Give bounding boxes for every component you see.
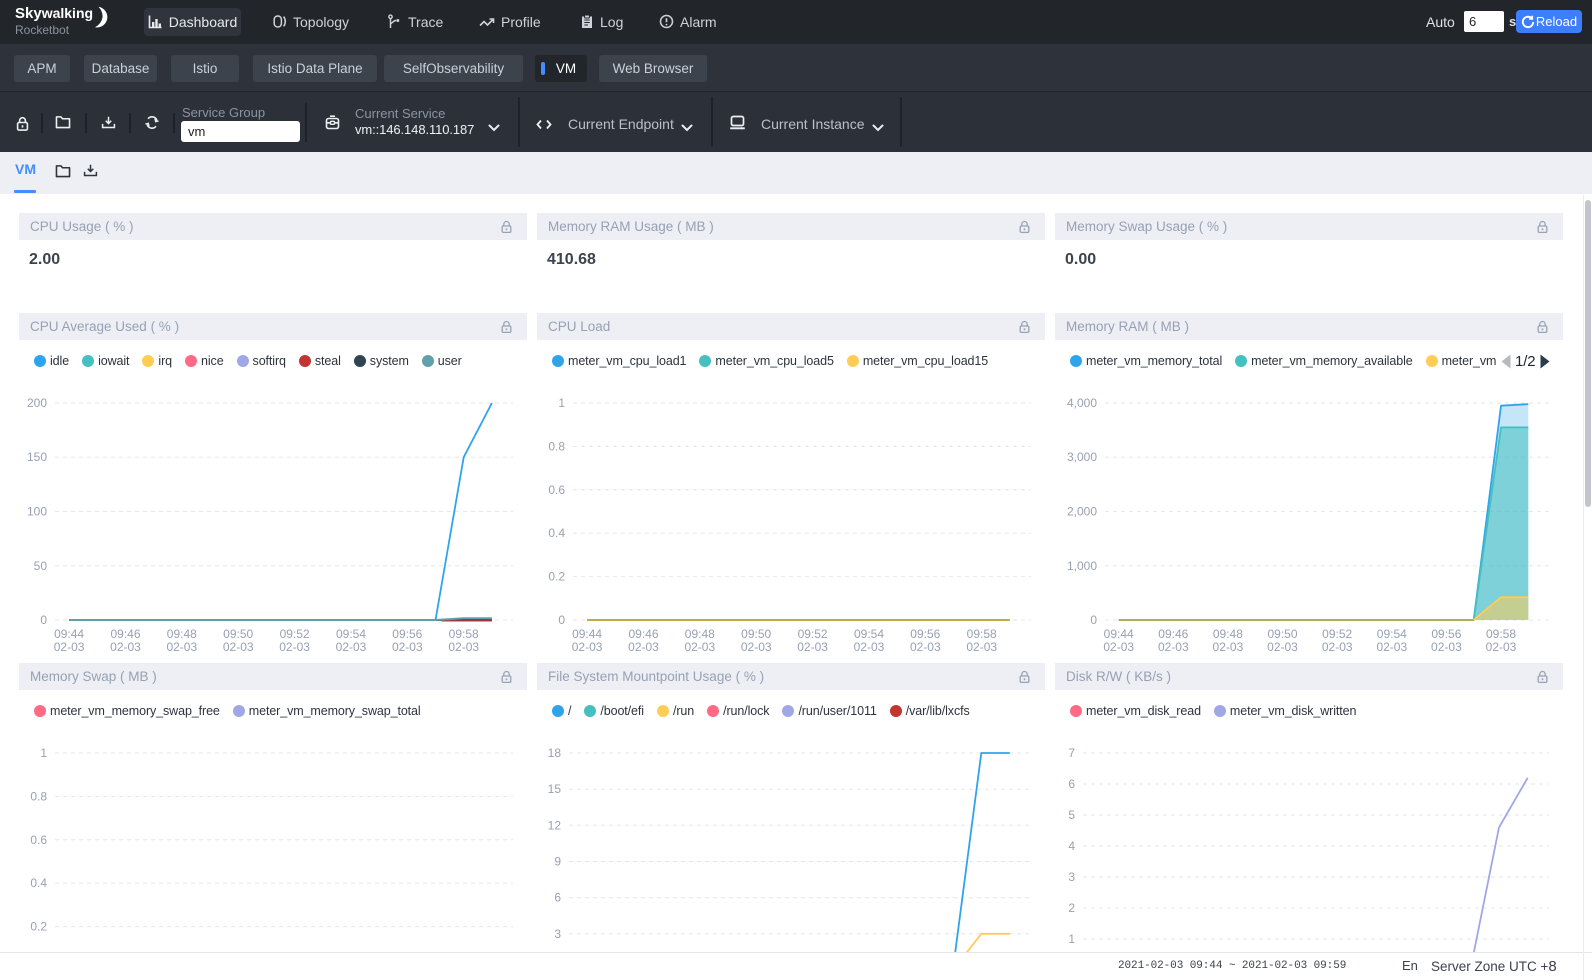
- svg-text:0: 0: [40, 613, 47, 627]
- svg-text:3: 3: [554, 927, 561, 941]
- svg-text:09:5002-03: 09:5002-03: [741, 627, 772, 653]
- svg-text:09:4602-03: 09:4602-03: [110, 627, 141, 653]
- svg-text:0.6: 0.6: [548, 483, 565, 497]
- svg-text:09:5202-03: 09:5202-03: [279, 627, 310, 653]
- svg-text:3: 3: [1068, 870, 1075, 884]
- svg-text:09:5202-03: 09:5202-03: [1322, 627, 1353, 653]
- svg-text:09:5802-03: 09:5802-03: [1486, 627, 1517, 653]
- svg-text:09:5402-03: 09:5402-03: [854, 627, 885, 653]
- svg-text:09:5602-03: 09:5602-03: [1431, 627, 1462, 653]
- svg-text:5: 5: [1068, 808, 1075, 822]
- svg-text:0.2: 0.2: [30, 920, 47, 934]
- svg-text:15: 15: [548, 782, 562, 796]
- svg-text:09:5802-03: 09:5802-03: [448, 627, 479, 653]
- svg-text:09:5002-03: 09:5002-03: [223, 627, 254, 653]
- svg-text:12: 12: [548, 818, 562, 832]
- svg-text:09:5402-03: 09:5402-03: [1376, 627, 1407, 653]
- svg-text:0: 0: [558, 613, 565, 627]
- svg-text:3,000: 3,000: [1067, 450, 1097, 464]
- svg-text:09:5402-03: 09:5402-03: [336, 627, 367, 653]
- svg-text:6: 6: [554, 891, 561, 905]
- svg-text:7: 7: [1068, 746, 1075, 760]
- svg-text:09:5002-03: 09:5002-03: [1267, 627, 1298, 653]
- svg-text:0.4: 0.4: [30, 876, 47, 890]
- svg-text:50: 50: [34, 559, 48, 573]
- svg-text:09:4602-03: 09:4602-03: [628, 627, 659, 653]
- svg-text:09:5202-03: 09:5202-03: [797, 627, 828, 653]
- svg-text:0.8: 0.8: [548, 439, 565, 453]
- svg-text:09:5602-03: 09:5602-03: [392, 627, 423, 653]
- svg-text:0.2: 0.2: [548, 570, 565, 584]
- svg-text:1: 1: [40, 746, 47, 760]
- svg-text:09:4802-03: 09:4802-03: [166, 627, 197, 653]
- svg-text:1: 1: [1068, 932, 1075, 946]
- svg-text:200: 200: [27, 396, 47, 410]
- svg-text:0.6: 0.6: [30, 833, 47, 847]
- svg-text:2,000: 2,000: [1067, 505, 1097, 519]
- svg-text:0.8: 0.8: [30, 789, 47, 803]
- svg-text:4: 4: [1068, 839, 1075, 853]
- svg-text:2: 2: [1068, 901, 1075, 915]
- svg-text:4,000: 4,000: [1067, 396, 1097, 410]
- svg-text:0: 0: [1090, 613, 1097, 627]
- svg-text:09:4802-03: 09:4802-03: [1213, 627, 1244, 653]
- svg-text:09:5602-03: 09:5602-03: [910, 627, 941, 653]
- svg-text:09:4402-03: 09:4402-03: [572, 627, 603, 653]
- svg-text:150: 150: [27, 450, 47, 464]
- svg-text:18: 18: [548, 746, 562, 760]
- svg-text:09:4402-03: 09:4402-03: [54, 627, 85, 653]
- svg-text:09:4402-03: 09:4402-03: [1103, 627, 1134, 653]
- svg-text:09:4602-03: 09:4602-03: [1158, 627, 1189, 653]
- svg-text:09:4802-03: 09:4802-03: [684, 627, 715, 653]
- svg-text:100: 100: [27, 505, 47, 519]
- svg-text:6: 6: [1068, 777, 1075, 791]
- svg-text:09:5802-03: 09:5802-03: [966, 627, 997, 653]
- svg-text:9: 9: [554, 855, 561, 869]
- svg-text:1: 1: [558, 396, 565, 410]
- svg-text:0.4: 0.4: [548, 526, 565, 540]
- svg-text:1,000: 1,000: [1067, 559, 1097, 573]
